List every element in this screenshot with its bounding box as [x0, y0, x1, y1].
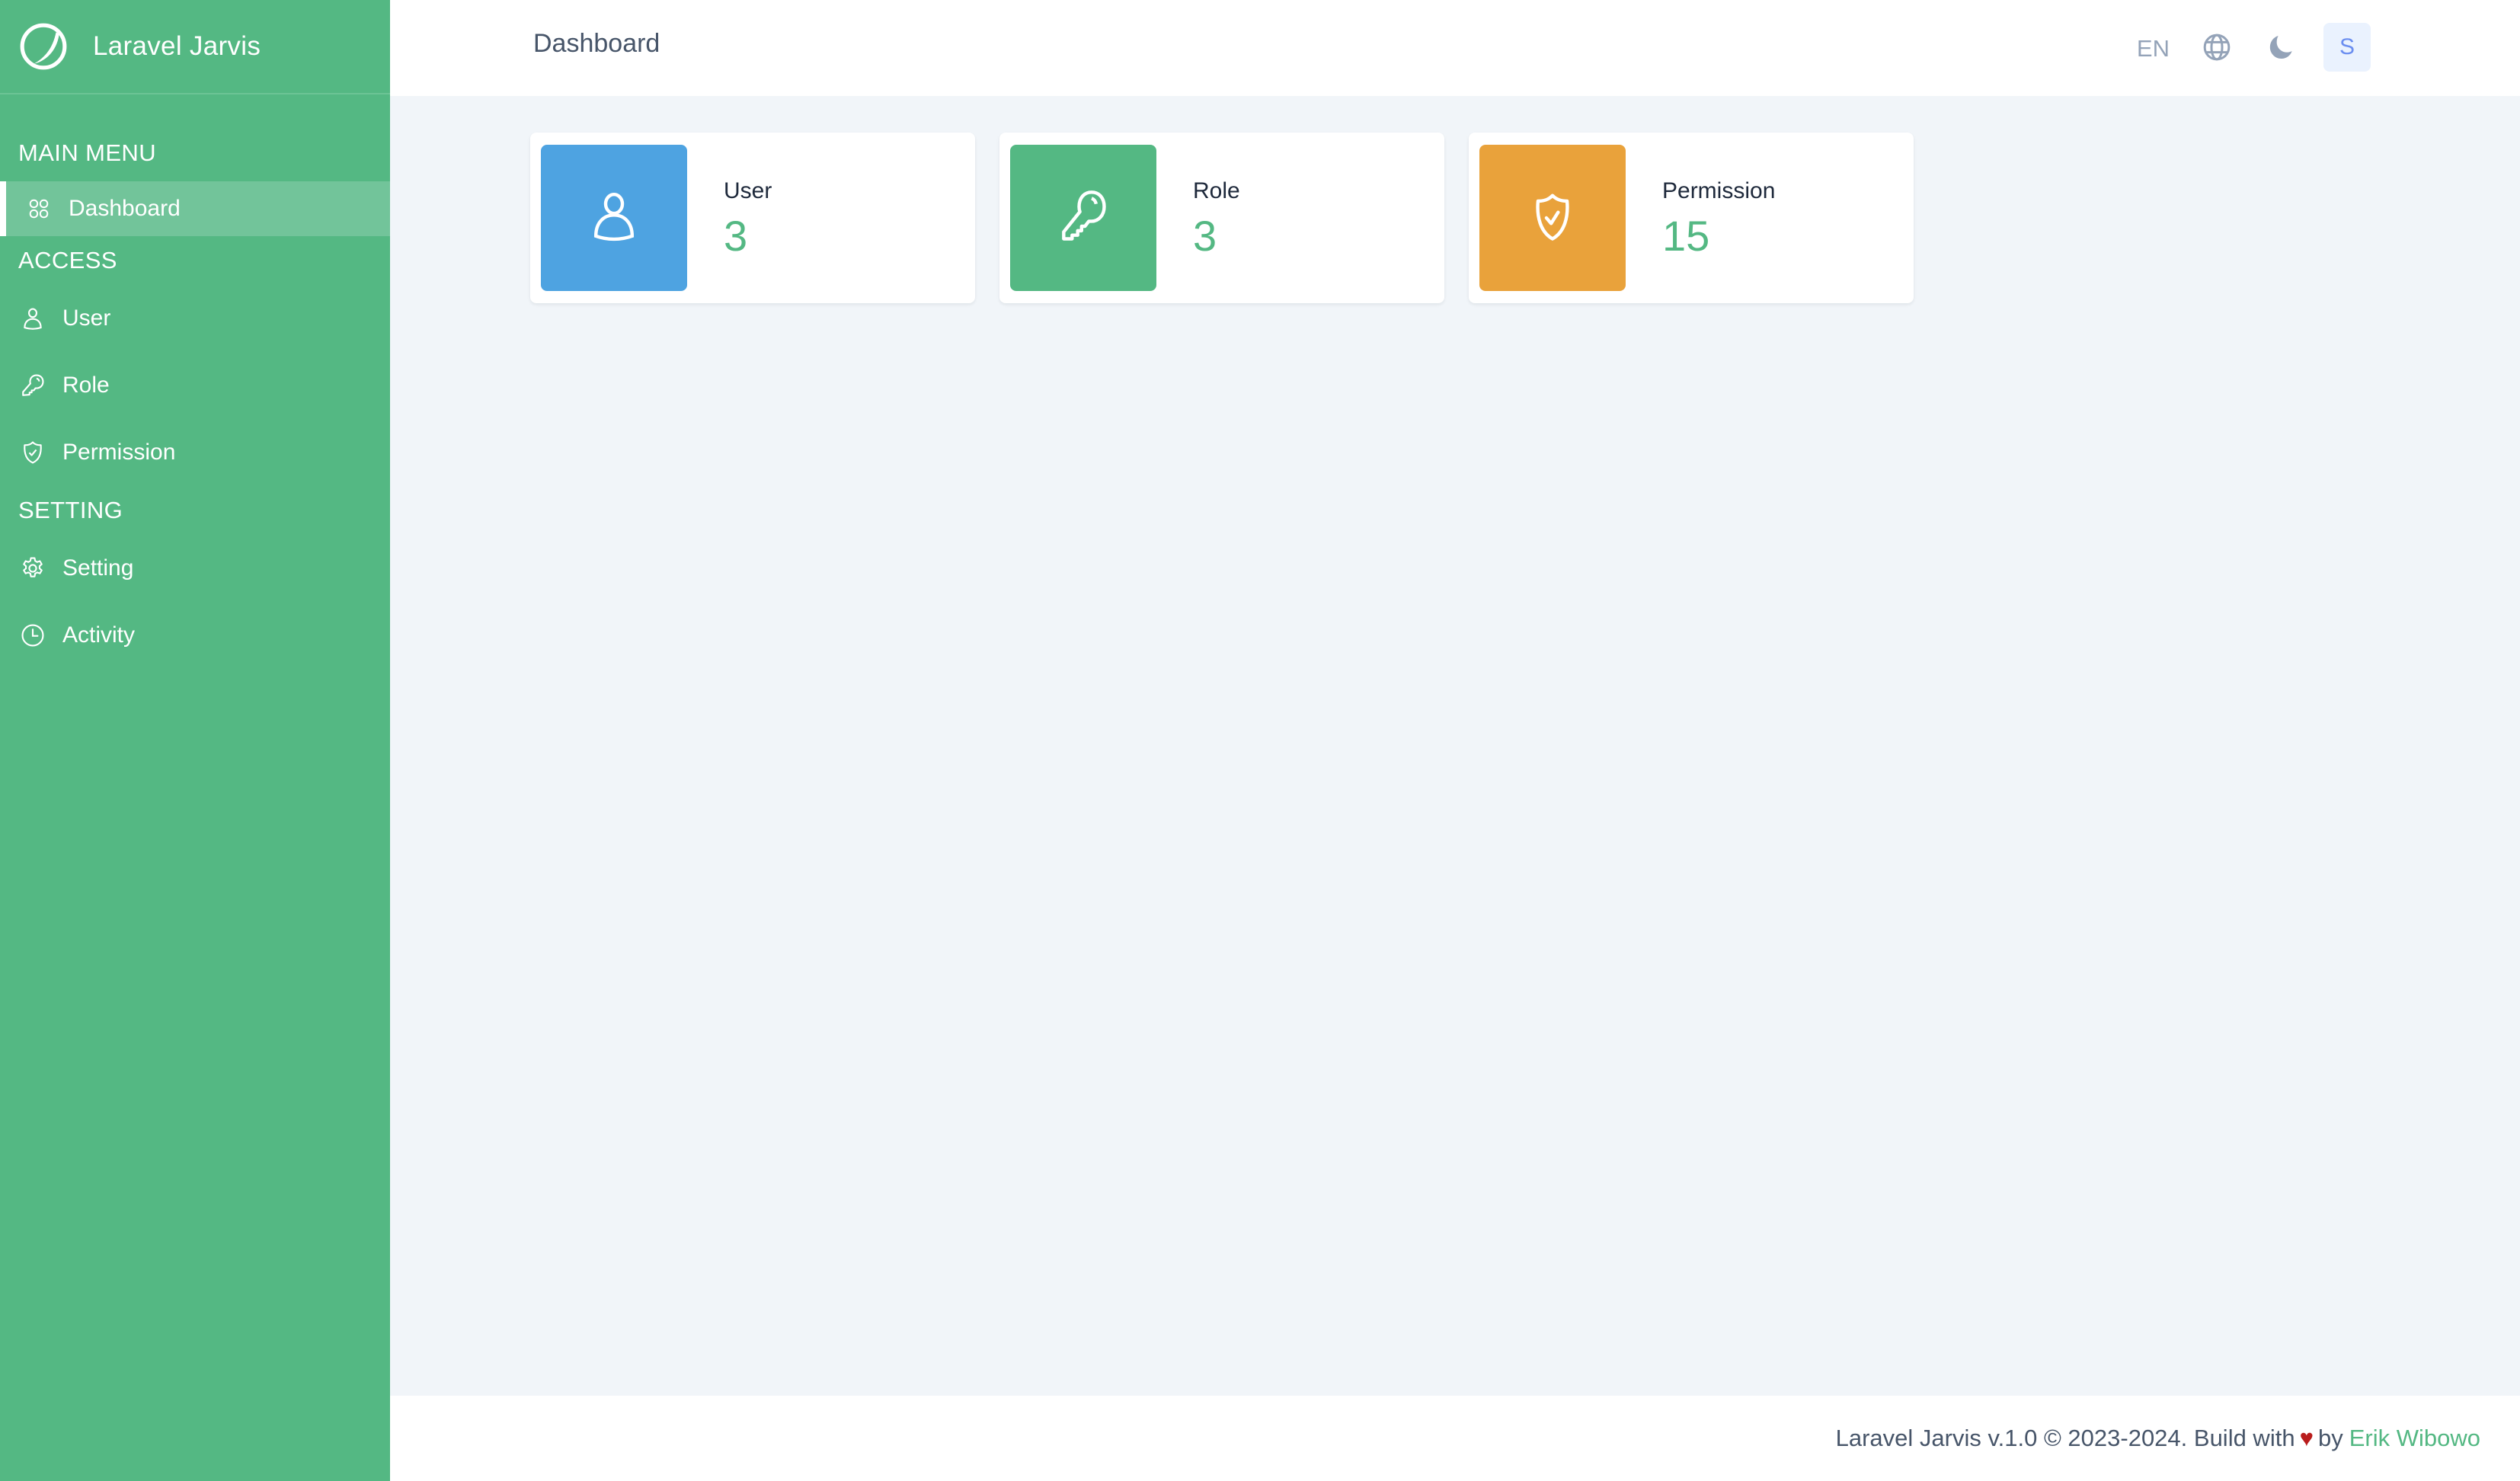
page-title: Dashboard — [533, 29, 660, 58]
user-icon — [24, 308, 42, 330]
section-access: ACCESS — [18, 247, 117, 273]
gear-icon — [23, 557, 43, 577]
sidebar-item-label: Role — [62, 373, 110, 398]
sidebar-item-permission[interactable]: Permission — [0, 419, 390, 486]
user-icon — [593, 192, 635, 242]
header-actions: EN S — [2137, 23, 2371, 72]
stat-card-role[interactable]: Role 3 — [999, 133, 1444, 303]
language-button[interactable] — [2200, 30, 2234, 64]
heart-icon: ♥ — [2299, 1425, 2314, 1451]
footer: Laravel Jarvis v.1.0 © 2023-2024. Build … — [390, 1396, 2520, 1481]
sidebar: Laravel Jarvis MAIN MENU Dashboard ACCES… — [0, 0, 390, 1481]
logo-icon — [20, 23, 67, 70]
author-link[interactable]: Erik Wibowo — [2349, 1425, 2480, 1452]
card-icon-box — [1010, 145, 1156, 291]
card-label: User — [724, 178, 772, 203]
user-avatar[interactable]: S — [2323, 23, 2371, 72]
moon-icon — [2269, 36, 2292, 59]
card-label: Role — [1193, 178, 1240, 203]
app-title: Laravel Jarvis — [93, 31, 261, 61]
language-indicator[interactable]: EN — [2137, 35, 2170, 62]
clock-icon — [21, 624, 44, 647]
footer-text: Laravel Jarvis v.1.0 © 2023-2024. Build … — [1835, 1425, 2295, 1451]
card-value: 15 — [1662, 212, 1710, 260]
sidebar-item-role[interactable]: Role — [0, 352, 390, 419]
dark-mode-toggle[interactable] — [2264, 30, 2298, 64]
globe-icon — [2203, 34, 2231, 61]
section-setting: SETTING — [18, 497, 123, 523]
grid-icon — [29, 199, 49, 219]
card-value: 3 — [724, 212, 748, 260]
card-icon-box — [541, 145, 687, 291]
top-header: Dashboard EN S — [390, 0, 2520, 96]
shield-check-icon — [24, 441, 42, 464]
card-label: Permission — [1662, 178, 1776, 203]
card-value: 3 — [1193, 212, 1217, 260]
shield-check-icon — [1536, 194, 1569, 241]
footer-by: by — [2317, 1425, 2343, 1451]
key-icon — [1062, 190, 1106, 241]
sidebar-item-label: User — [62, 305, 111, 331]
sidebar-item-label: Dashboard — [69, 196, 181, 221]
brand[interactable]: Laravel Jarvis — [0, 0, 390, 94]
card-icon-box — [1479, 145, 1626, 291]
sidebar-item-activity[interactable]: Activity — [0, 602, 390, 669]
stat-card-user[interactable]: User 3 — [530, 133, 975, 303]
section-main-menu: MAIN MENU — [18, 139, 156, 166]
sidebar-item-dashboard[interactable]: Dashboard — [0, 181, 390, 236]
sidebar-item-label: Setting — [62, 555, 134, 581]
key-icon — [22, 374, 44, 396]
sidebar-item-user[interactable]: User — [0, 285, 390, 352]
sidebar-item-label: Permission — [62, 440, 176, 465]
stats-cards: User 3 Role 3 Permission 15 — [530, 133, 1914, 303]
stat-card-permission[interactable]: Permission 15 — [1469, 133, 1914, 303]
sidebar-item-setting[interactable]: Setting — [0, 535, 390, 602]
sidebar-item-label: Activity — [62, 622, 136, 648]
